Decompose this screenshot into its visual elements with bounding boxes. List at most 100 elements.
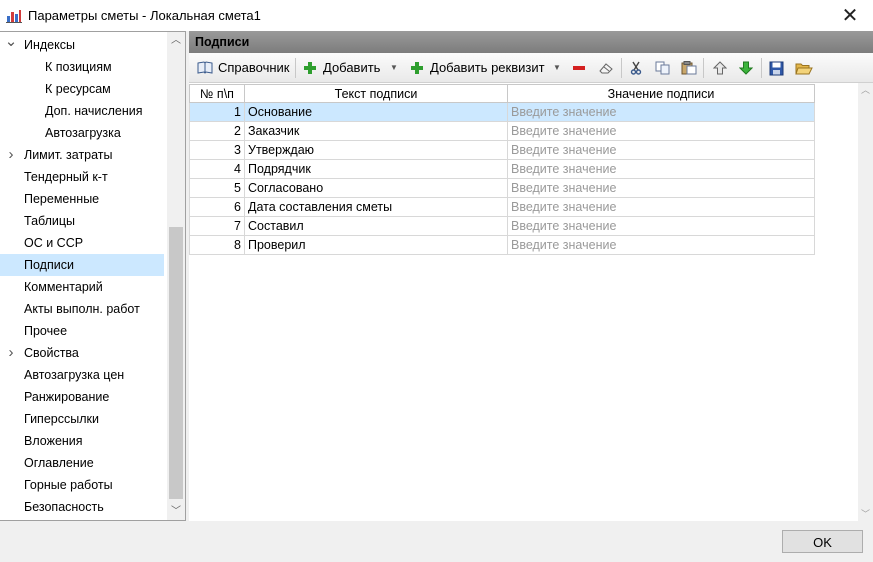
tree-item-label: Автозагрузка цен: [24, 368, 125, 382]
chevron-right-icon[interactable]: ›: [4, 144, 18, 166]
tree-item[interactable]: ⌄ Индексы: [0, 34, 164, 56]
scroll-down-icon[interactable]: ﹀: [167, 503, 185, 520]
chevron-right-icon[interactable]: ›: [4, 342, 18, 364]
table-row[interactable]: 3 Утверждаю Введите значение: [189, 140, 815, 160]
remove-button[interactable]: [572, 57, 586, 79]
tree-item-label: Таблицы: [24, 214, 76, 228]
add-button[interactable]: Добавить: [303, 57, 380, 79]
column-header-text[interactable]: Текст подписи: [244, 84, 508, 103]
tree-item[interactable]: Автозагрузка цен: [0, 364, 164, 386]
scroll-up-icon[interactable]: ︿: [167, 32, 185, 50]
scroll-up-icon[interactable]: ︿: [858, 83, 873, 97]
signature-value-cell[interactable]: Введите значение: [507, 197, 815, 217]
signature-text-cell[interactable]: Утверждаю: [244, 140, 508, 160]
tree-item[interactable]: Прочее: [0, 320, 164, 342]
add-attribute-label: Добавить реквизит: [430, 60, 545, 75]
signature-text-cell[interactable]: Дата составления сметы: [244, 197, 508, 217]
row-number-cell: 5: [189, 178, 245, 198]
signature-text-cell[interactable]: Заказчик: [244, 121, 508, 141]
tree-item[interactable]: Доп. начисления: [0, 100, 164, 122]
paste-button[interactable]: [681, 57, 697, 79]
signature-value-cell[interactable]: Введите значение: [507, 121, 815, 141]
move-down-button[interactable]: [739, 57, 753, 79]
chart-app-icon: [6, 8, 22, 23]
copy-icon: [655, 61, 670, 75]
table-row[interactable]: 4 Подрядчик Введите значение: [189, 159, 815, 179]
tree-item[interactable]: К позициям: [0, 56, 164, 78]
tree-item[interactable]: › Лимит. затраты: [0, 144, 164, 166]
tree-item[interactable]: › Свойства: [0, 342, 164, 364]
table-row[interactable]: 1 Основание Введите значение: [189, 102, 815, 122]
tree-item-label: Гиперссылки: [24, 412, 99, 426]
signature-value-cell[interactable]: Введите значение: [507, 140, 815, 160]
table-row[interactable]: 8 Проверил Введите значение: [189, 235, 815, 255]
tree-item[interactable]: Комментарий: [0, 276, 164, 298]
table-row[interactable]: 6 Дата составления сметы Введите значение: [189, 197, 815, 217]
scroll-down-icon[interactable]: ﹀: [858, 507, 873, 521]
signature-value-cell[interactable]: Введите значение: [507, 159, 815, 179]
grid-scrollbar[interactable]: ︿ ﹀: [858, 83, 873, 521]
tree-scrollbar[interactable]: ︿ ﹀: [167, 32, 185, 520]
cut-button[interactable]: [629, 57, 643, 79]
row-number-cell: 2: [189, 121, 245, 141]
tree-item[interactable]: Подписи: [0, 254, 164, 276]
tree-item[interactable]: Гиперссылки: [0, 408, 164, 430]
signature-value-cell[interactable]: Введите значение: [507, 235, 815, 255]
ok-button[interactable]: OK: [782, 530, 863, 553]
tree-item[interactable]: Ранжирование: [0, 386, 164, 408]
close-button[interactable]: ✕: [827, 0, 873, 31]
tree-item[interactable]: Акты выполн. работ: [0, 298, 164, 320]
save-button[interactable]: [769, 57, 784, 79]
signature-text-cell[interactable]: Согласовано: [244, 178, 508, 198]
tree-item[interactable]: Автозагрузка: [0, 122, 164, 144]
tree-item-label: Оглавление: [24, 456, 94, 470]
tree-item-label: К позициям: [45, 60, 112, 74]
close-icon: ✕: [841, 5, 859, 27]
column-header-value[interactable]: Значение подписи: [507, 84, 815, 103]
signature-value-cell[interactable]: Введите значение: [507, 102, 815, 122]
plus-icon: [304, 62, 316, 74]
table-row[interactable]: 5 Согласовано Введите значение: [189, 178, 815, 198]
row-number-cell: 1: [189, 102, 245, 122]
table-row[interactable]: 7 Составил Введите значение: [189, 216, 815, 236]
signature-text-cell[interactable]: Составил: [244, 216, 508, 236]
tree-item[interactable]: ОС и ССР: [0, 232, 164, 254]
add-attribute-dropdown-button[interactable]: ▼: [553, 57, 561, 79]
tree-item[interactable]: Переменные: [0, 188, 164, 210]
tree-item-label: Доп. начисления: [45, 104, 143, 118]
folder-open-icon: [795, 63, 813, 74]
move-up-button[interactable]: [713, 57, 727, 79]
arrow-down-icon: [739, 61, 753, 75]
signature-text-cell[interactable]: Основание: [244, 102, 508, 122]
tree-item[interactable]: Безопасность: [0, 496, 164, 518]
row-number-cell: 7: [189, 216, 245, 236]
signature-value-cell[interactable]: Введите значение: [507, 178, 815, 198]
add-attribute-button[interactable]: Добавить реквизит: [410, 57, 545, 79]
scrollbar-thumb[interactable]: [169, 227, 183, 499]
tree-item[interactable]: Тендерный к-т: [0, 166, 164, 188]
toolbar-separator: [621, 58, 622, 78]
signature-text-cell[interactable]: Проверил: [244, 235, 508, 255]
column-header-number[interactable]: № п\п: [189, 84, 245, 103]
clear-button[interactable]: [598, 57, 614, 79]
tree-item-label: Ранжирование: [24, 390, 110, 404]
add-dropdown-button[interactable]: ▼: [390, 57, 398, 79]
tree-item-label: Безопасность: [24, 500, 104, 514]
reference-button[interactable]: Справочник: [197, 57, 290, 79]
signature-value-cell[interactable]: Введите значение: [507, 216, 815, 236]
copy-button[interactable]: [655, 57, 671, 79]
tree-item-label: Лимит. затраты: [24, 148, 113, 162]
tree-item[interactable]: Горные работы: [0, 474, 164, 496]
table-row[interactable]: 2 Заказчик Введите значение: [189, 121, 815, 141]
row-number-cell: 3: [189, 140, 245, 160]
tree-item[interactable]: Оглавление: [0, 452, 164, 474]
tree-item[interactable]: Вложения: [0, 430, 164, 452]
tree-item-label: Акты выполн. работ: [24, 302, 140, 316]
tree-item[interactable]: К ресурсам: [0, 78, 164, 100]
tree-item-label: Подписи: [24, 258, 74, 272]
signature-text-cell[interactable]: Подрядчик: [244, 159, 508, 179]
chevron-down-icon[interactable]: ⌄: [4, 34, 18, 50]
open-button[interactable]: [795, 57, 813, 79]
toolbar-separator: [761, 58, 762, 78]
tree-item[interactable]: Таблицы: [0, 210, 164, 232]
